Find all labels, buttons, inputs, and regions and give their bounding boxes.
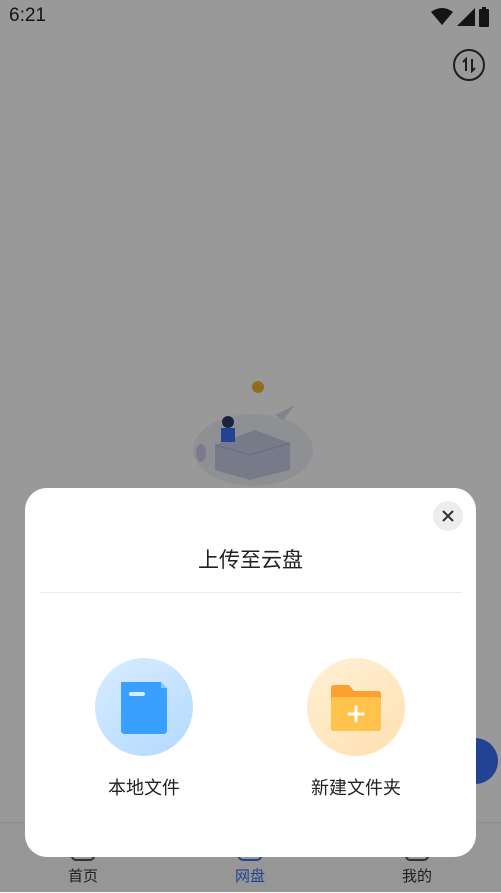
new-folder-icon-circle bbox=[307, 658, 405, 756]
document-icon bbox=[121, 682, 167, 734]
upload-dialog: 上传至云盘 本地文件 新建文件夹 bbox=[25, 488, 476, 857]
dialog-title: 上传至云盘 bbox=[198, 548, 303, 572]
upload-local-file-option[interactable]: 本地文件 bbox=[64, 658, 224, 808]
divider bbox=[40, 592, 462, 593]
local-file-label: 本地文件 bbox=[108, 778, 180, 799]
new-folder-option[interactable]: 新建文件夹 bbox=[276, 658, 436, 808]
new-folder-icon bbox=[331, 685, 381, 731]
new-folder-label: 新建文件夹 bbox=[311, 778, 401, 799]
close-icon bbox=[442, 510, 454, 522]
local-file-icon-circle bbox=[95, 658, 193, 756]
close-button[interactable] bbox=[433, 501, 463, 531]
